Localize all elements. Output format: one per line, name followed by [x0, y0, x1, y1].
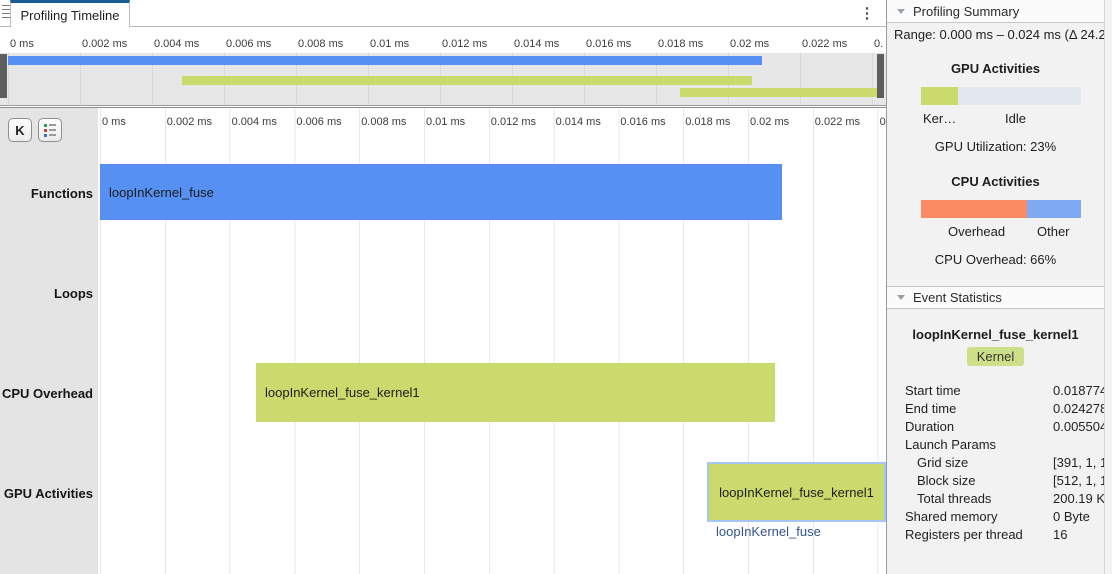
- gpu-kernel-legend-label: Ker…: [923, 111, 956, 126]
- stat-row-total-threads: Total threads 200.19 K: [905, 491, 1095, 509]
- stat-value: 16: [1053, 527, 1067, 542]
- overview-tick: 0.01 ms: [370, 38, 409, 50]
- ruler-tick: 0.002 ms: [167, 116, 212, 128]
- gpu-utilization-bar: [921, 87, 1081, 105]
- gpu-idle-segment: [958, 87, 1081, 105]
- stat-value: [512, 1, 1]: [1053, 473, 1111, 488]
- gpu-utilization-text: GPU Utilization: 23%: [887, 139, 1104, 154]
- overview-bar-functions[interactable]: [8, 56, 762, 65]
- stat-row-grid-size: Grid size [391, 1, 1]: [905, 455, 1095, 473]
- row-label-cpu-overhead: CPU Overhead: [0, 386, 93, 401]
- gpu-kernel-bar-selected[interactable]: loopInKernel_fuse_kernel1: [707, 462, 886, 522]
- ruler-tick: 0.014 ms: [556, 116, 601, 128]
- gpu-activities-title: GPU Activities: [887, 61, 1104, 76]
- range-text: Range: 0.000 ms – 0.024 ms (Δ 24.28: [894, 27, 1104, 42]
- profiler-window: Profiling Timeline ⋮ 0 ms 0.002 ms 0.004…: [0, 0, 1112, 574]
- ruler-tick: 0.012 ms: [491, 116, 536, 128]
- profiling-summary-title: Profiling Summary: [913, 4, 1019, 19]
- overview-right-handle[interactable]: [877, 54, 884, 98]
- functions-bar[interactable]: loopInKernel_fuse: [100, 164, 782, 220]
- cpu-overhead-legend-label: Overhead: [948, 224, 1005, 239]
- profiling-summary-header[interactable]: Profiling Summary: [887, 0, 1104, 23]
- ruler-tick: 0.022 ms: [815, 116, 860, 128]
- stat-value: 0 Byte: [1053, 509, 1090, 524]
- vertical-scrollbar[interactable]: [1104, 0, 1112, 574]
- row-label-functions: Functions: [0, 186, 93, 201]
- overview-bar-gpu-kernel[interactable]: [680, 88, 878, 97]
- stat-label: Start time: [905, 383, 961, 398]
- stat-label: End time: [905, 401, 956, 416]
- cpu-overhead-segment: [921, 200, 1027, 218]
- stat-value: [391, 1, 1]: [1053, 455, 1111, 470]
- stat-label: Shared memory: [905, 509, 997, 524]
- view-stack-icon[interactable]: [2, 5, 10, 18]
- cpu-other-segment: [1027, 200, 1081, 218]
- overview-tick: 0.008 ms: [298, 38, 343, 50]
- cpu-overhead-bar[interactable]: loopInKernel_fuse_kernel1: [256, 363, 775, 422]
- legend-button[interactable]: [38, 118, 62, 142]
- overview-tick: 0 ms: [10, 38, 34, 50]
- timeline-sidebar: [0, 108, 98, 574]
- event-statistics-title: Event Statistics: [913, 290, 1002, 305]
- overview-bar-cpu-overhead[interactable]: [182, 76, 752, 85]
- stat-row-launch-params: Launch Params: [905, 437, 1095, 455]
- ruler-tick: 0.018 ms: [685, 116, 730, 128]
- row-label-loops: Loops: [0, 286, 93, 301]
- event-statistics-header[interactable]: Event Statistics: [887, 286, 1104, 309]
- stat-row-shared-memory: Shared memory 0 Byte: [905, 509, 1095, 527]
- collapse-triangle-icon: [897, 9, 905, 14]
- cpu-utilization-bar: [921, 200, 1081, 218]
- ruler-tick: 0.004 ms: [232, 116, 277, 128]
- overview-tick: 0.018 ms: [658, 38, 703, 50]
- overview-tick: 0.002 ms: [82, 38, 127, 50]
- stat-row-end-time: End time 0.024278 ms: [905, 401, 1095, 419]
- gpu-idle-legend-label: Idle: [1005, 111, 1026, 126]
- collapse-triangle-icon: [897, 295, 905, 300]
- stat-row-registers: Registers per thread 16: [905, 527, 1095, 545]
- legend-icon: [44, 124, 57, 137]
- event-type-badge: Kernel: [887, 347, 1104, 366]
- overview-tick: 0.02 ms: [730, 38, 769, 50]
- ruler-tick: 0.006 ms: [296, 116, 341, 128]
- stat-label: Launch Params: [905, 437, 996, 452]
- overview-tick: 0.012 ms: [442, 38, 487, 50]
- overview-tick: 0.006 ms: [226, 38, 271, 50]
- ruler-tick: 0.01 ms: [426, 116, 465, 128]
- event-name: loopInKernel_fuse_kernel1: [887, 327, 1104, 342]
- stat-label: Total threads: [917, 491, 991, 506]
- tab-title: Profiling Timeline: [21, 8, 120, 23]
- tab-profiling-timeline[interactable]: Profiling Timeline: [10, 0, 130, 27]
- overview-tick: 0.016 ms: [586, 38, 631, 50]
- ruler-tick: 0.016 ms: [620, 116, 665, 128]
- stat-label: Duration: [905, 419, 954, 434]
- stat-label: Block size: [917, 473, 976, 488]
- view-menu-icon[interactable]: ⋮: [856, 2, 878, 24]
- overview-tick: 0.: [874, 38, 883, 50]
- ruler-tick: 0 ms: [102, 116, 126, 128]
- cpu-activities-title: CPU Activities: [887, 174, 1104, 189]
- ruler-tick: 0.02 ms: [750, 116, 789, 128]
- ruler-tick: 0.008 ms: [361, 116, 406, 128]
- stat-value: 200.19 K: [1053, 491, 1105, 506]
- stat-row-block-size: Block size [512, 1, 1]: [905, 473, 1095, 491]
- overview-tick: 0.022 ms: [802, 38, 847, 50]
- stat-row-duration: Duration 0.005504 ms: [905, 419, 1095, 437]
- overview-left-handle[interactable]: [0, 54, 7, 98]
- stat-label: Grid size: [917, 455, 968, 470]
- stat-row-start-time: Start time 0.018774 ms: [905, 383, 1095, 401]
- cpu-other-legend-label: Other: [1037, 224, 1070, 239]
- kernel-view-button[interactable]: K: [8, 118, 32, 142]
- overview-tick: 0.004 ms: [154, 38, 199, 50]
- gpu-kernel-segment: [921, 87, 958, 105]
- cpu-overhead-text: CPU Overhead: 66%: [887, 252, 1104, 267]
- event-type-label: Kernel: [967, 347, 1025, 366]
- summary-panel: Profiling Summary Range: 0.000 ms – 0.02…: [886, 0, 1104, 574]
- gpu-kernel-caption-link[interactable]: loopInKernel_fuse: [716, 524, 821, 539]
- tab-bar: Profiling Timeline ⋮: [0, 0, 886, 27]
- overview-tick: 0.014 ms: [514, 38, 559, 50]
- row-label-gpu-activities: GPU Activities: [0, 486, 93, 501]
- stat-label: Registers per thread: [905, 527, 1023, 542]
